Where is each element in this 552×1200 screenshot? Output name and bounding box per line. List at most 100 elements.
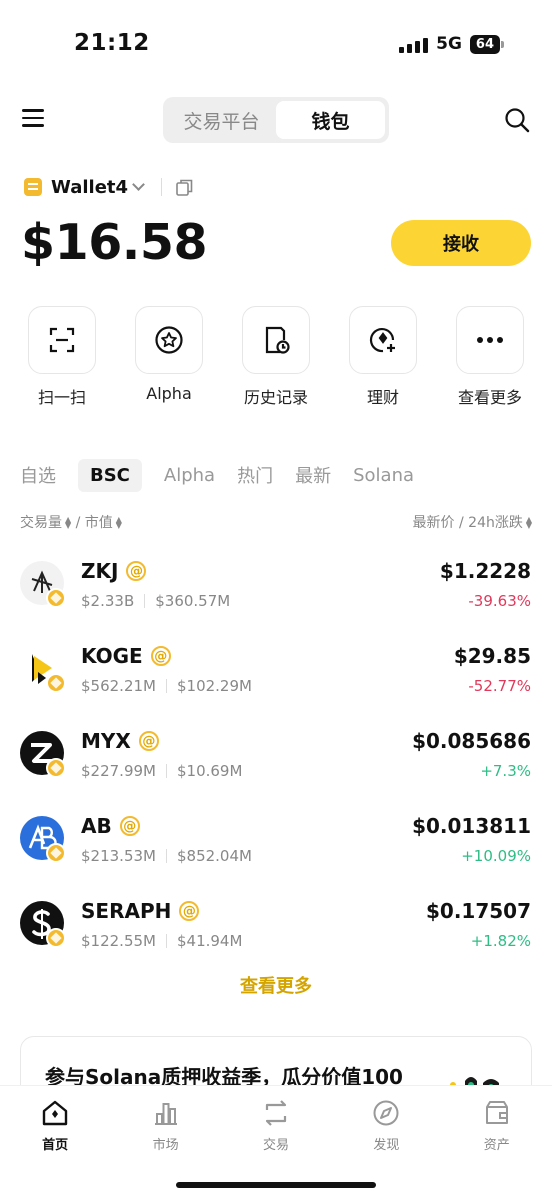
token-symbol: ZKJ [81, 559, 119, 583]
copy-icon[interactable] [176, 179, 193, 196]
token-mcap: $41.94M [176, 932, 243, 950]
chevron-down-icon [132, 178, 145, 191]
tab-exchange[interactable]: 交易平台 [167, 101, 276, 139]
nav-label: 交易 [262, 1138, 289, 1153]
home-icon [42, 1100, 68, 1126]
token-change: +10.09% [461, 847, 531, 865]
see-more-link[interactable]: 查看更多 [0, 972, 552, 998]
market-icon [154, 1103, 177, 1125]
wallet-selector[interactable]: Wallet4 [24, 174, 193, 200]
action-label: Alpha [146, 384, 192, 403]
nav-trade[interactable]: 交易 [236, 1098, 316, 1153]
bnb-chain-icon [46, 673, 66, 693]
token-volume: $2.33B [81, 592, 135, 610]
token-volume: $562.21M [81, 677, 156, 695]
alpha-badge-icon: @ [119, 816, 140, 836]
discover-icon [373, 1100, 399, 1126]
receive-button[interactable]: 接收 [391, 220, 531, 266]
token-list: ZKJ @ $2.33B $360.57M $1.2228 -39.63% KOGE… [0, 553, 552, 978]
token-symbol: SERAPH [81, 899, 172, 923]
alpha-badge-icon: @ [138, 731, 159, 751]
bnb-chain-icon [46, 758, 66, 778]
token-change: -52.77% [468, 677, 531, 695]
assets-icon [485, 1101, 508, 1124]
sort-price[interactable]: 最新价 [413, 515, 455, 531]
home-indicator [176, 1182, 376, 1188]
nav-assets[interactable]: 资产 [457, 1098, 537, 1153]
more-icon [456, 306, 524, 374]
filter-tab-bsc[interactable]: BSC [78, 458, 142, 492]
sort-left: 交易量 ▲ ▼ / 市值 ▲ ▼ [20, 512, 122, 534]
nav-label: 资产 [483, 1138, 510, 1153]
token-mcap: $10.69M [176, 762, 243, 780]
token-symbol: KOGE [81, 644, 143, 668]
token-price: $0.085686 [412, 729, 531, 753]
filter-tab-alpha[interactable]: Alpha [164, 459, 215, 492]
menu-icon[interactable] [22, 109, 44, 129]
token-price: $0.013811 [412, 814, 531, 838]
wallet-name: Wallet4 [51, 176, 129, 198]
nav-home[interactable]: 首页 [15, 1098, 95, 1153]
filter-tab-solana[interactable]: Solana [353, 459, 414, 492]
history-icon [242, 306, 310, 374]
token-symbol: MYX [81, 729, 131, 753]
battery-icon: 64 [469, 34, 504, 54]
action-earn[interactable]: 理财 [349, 306, 417, 408]
action-history[interactable]: 历史记录 [242, 306, 310, 408]
bottom-nav: 首页 市场 交易 发现 资产 [0, 1085, 552, 1200]
status-bar: 21:12 5G 64 [0, 0, 552, 90]
nav-label: 发现 [373, 1138, 400, 1153]
token-price: $0.17507 [425, 899, 531, 923]
mode-switch: 交易平台 钱包 [163, 97, 389, 143]
action-label: 历史记录 [243, 388, 308, 407]
sort-separator: / [75, 515, 81, 531]
sort-separator: / [458, 515, 464, 531]
battery-level: 64 [469, 34, 500, 54]
sort-volume[interactable]: 交易量 [20, 515, 62, 531]
sort-arrows-icon: ▲ ▼ [115, 515, 122, 530]
wallet-icon [24, 178, 42, 196]
token-row[interactable]: MYX @ $227.99M $10.69M $0.085686 +7.3% [0, 723, 552, 808]
nav-market[interactable]: 市场 [126, 1098, 206, 1153]
alpha-star-icon [135, 306, 203, 374]
token-row[interactable]: SERAPH @ $122.55M $41.94M $0.17507 +1.82% [0, 893, 552, 978]
action-alpha[interactable]: Alpha [135, 306, 203, 408]
status-indicators: 5G 64 [399, 34, 504, 54]
action-label: 扫一扫 [37, 388, 86, 407]
divider [161, 178, 163, 196]
scan-icon [28, 306, 96, 374]
bnb-chain-icon [46, 928, 66, 948]
filter-tab-hot[interactable]: 热门 [237, 456, 273, 494]
token-row[interactable]: AB @ $213.53M $852.04M $0.013811 +10.09% [0, 808, 552, 893]
token-price: $29.85 [453, 644, 531, 668]
alpha-badge-icon: @ [150, 646, 171, 666]
earn-icon [349, 306, 417, 374]
wallet-balance: $16.58 [21, 214, 208, 271]
sort-header: 交易量 ▲ ▼ / 市值 ▲ ▼ 最新价 / 24h涨跌 ▲ ▼ [20, 512, 532, 534]
bnb-chain-icon [46, 588, 66, 608]
search-icon[interactable] [504, 107, 530, 133]
action-more[interactable]: 查看更多 [456, 306, 524, 408]
token-change: +7.3% [480, 762, 531, 780]
token-volume: $227.99M [81, 762, 156, 780]
sort-right: 最新价 / 24h涨跌 ▲ ▼ [413, 512, 532, 534]
trade-icon [265, 1100, 287, 1126]
filter-tab-new[interactable]: 最新 [295, 456, 331, 494]
top-nav: 交易平台 钱包 [0, 97, 552, 143]
token-row[interactable]: ZKJ @ $2.33B $360.57M $1.2228 -39.63% [0, 553, 552, 638]
token-price: $1.2228 [439, 559, 531, 583]
tab-wallet[interactable]: 钱包 [276, 101, 385, 139]
token-mcap: $360.57M [155, 592, 231, 610]
token-volume: $122.55M [81, 932, 156, 950]
token-mcap: $852.04M [176, 847, 252, 865]
nav-discover[interactable]: 发现 [346, 1098, 426, 1153]
bnb-chain-icon [46, 843, 66, 863]
sort-mcap[interactable]: 市值 [85, 515, 113, 531]
token-row[interactable]: KOGE @ $562.21M $102.29M $29.85 -52.77% [0, 638, 552, 723]
action-label: 理财 [366, 388, 399, 407]
filter-tab-favorites[interactable]: 自选 [20, 456, 56, 494]
market-filter-tabs: 自选 BSC Alpha 热门 最新 Solana [20, 456, 436, 494]
action-scan[interactable]: 扫一扫 [28, 306, 96, 408]
sort-arrows-icon: ▲ ▼ [525, 515, 532, 530]
sort-change[interactable]: 24h涨跌 [468, 515, 523, 531]
